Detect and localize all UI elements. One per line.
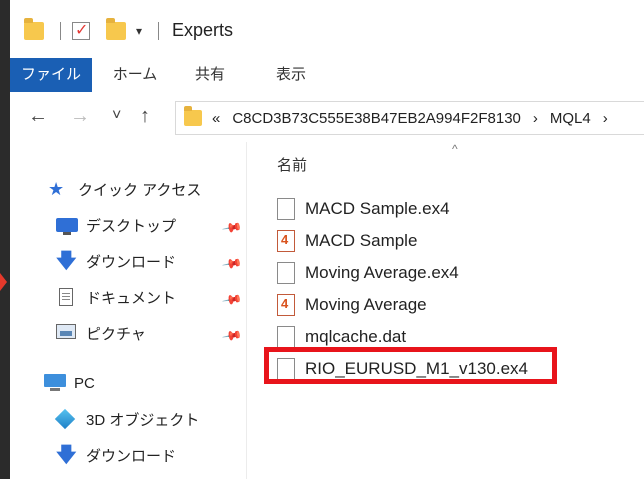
column-header-name[interactable]: 名前 bbox=[277, 154, 307, 175]
file-icon bbox=[277, 326, 295, 348]
nav-item-pc[interactable]: PC bbox=[44, 368, 95, 398]
file-list: ^ 名前 MACD Sample.ex4 4 MACD Sample Movin… bbox=[247, 142, 644, 479]
folder-icon bbox=[24, 18, 44, 40]
customize-toolbar-icon[interactable]: ▾ bbox=[136, 24, 142, 38]
nav-quick-access[interactable]: ★ クイック アクセス bbox=[48, 174, 201, 204]
star-icon: ★ bbox=[48, 179, 65, 199]
highlight-box bbox=[264, 347, 557, 384]
ribbon-tabs: ファイル ホーム 共有 表示 bbox=[10, 58, 644, 93]
navigation-pane: ★ クイック アクセス デスクトップ 📌 🡇 ダウンロード 📌 ドキュメント 📌… bbox=[10, 142, 247, 479]
file-name: mqlcache.dat bbox=[305, 327, 407, 346]
nav-label: PC bbox=[74, 374, 95, 392]
file-name: Moving Average bbox=[305, 295, 427, 314]
nav-item-desktop[interactable]: デスクトップ bbox=[56, 210, 176, 240]
sort-ascending-icon: ^ bbox=[452, 142, 458, 156]
pin-icon: 📌 bbox=[221, 324, 244, 347]
nav-item-pictures[interactable]: ピクチャ bbox=[56, 318, 146, 348]
file-name: MACD Sample.ex4 bbox=[305, 199, 450, 218]
file-name: MACD Sample bbox=[305, 231, 418, 250]
file-icon bbox=[277, 262, 295, 284]
window-title: Experts bbox=[172, 20, 234, 40]
breadcrumb-separator[interactable]: › bbox=[533, 110, 538, 127]
list-item[interactable]: Moving Average.ex4 bbox=[277, 258, 459, 288]
breadcrumb-folder[interactable]: C8CD3B73C555E38B47EB2A994F2F8130 bbox=[232, 110, 521, 127]
mql-source-icon: 4 bbox=[277, 230, 295, 252]
nav-item-3d-objects[interactable]: 3D オブジェクト bbox=[54, 404, 200, 434]
title-bar: ✓ ▾ Experts bbox=[10, 0, 644, 60]
breadcrumb-folder[interactable]: MQL4 bbox=[550, 110, 591, 127]
file-explorer-window: ✓ ▾ Experts ファイル ホーム 共有 表示 ← → ˅ ↑ « C8C… bbox=[10, 0, 644, 479]
tab-view[interactable]: 表示 bbox=[266, 58, 316, 92]
recent-locations-button[interactable]: ˅ bbox=[112, 106, 121, 126]
new-folder-icon[interactable] bbox=[106, 18, 126, 40]
pin-icon: 📌 bbox=[221, 216, 244, 239]
pin-icon: 📌 bbox=[221, 288, 244, 311]
breadcrumb-separator[interactable]: › bbox=[603, 110, 608, 127]
nav-item-documents[interactable]: ドキュメント bbox=[56, 282, 176, 312]
file-name: Moving Average.ex4 bbox=[305, 263, 459, 282]
list-item[interactable]: 4 MACD Sample bbox=[277, 226, 417, 256]
folder-icon bbox=[184, 106, 202, 126]
navigation-bar: ← → ˅ ↑ « C8CD3B73C555E38B47EB2A994F2F81… bbox=[10, 92, 644, 142]
3d-objects-icon bbox=[54, 408, 76, 430]
nav-label: クイック アクセス bbox=[78, 181, 202, 199]
tab-file[interactable]: ファイル bbox=[10, 58, 92, 92]
nav-label: ドキュメント bbox=[86, 289, 177, 307]
file-icon bbox=[277, 198, 295, 220]
up-button[interactable]: ↑ bbox=[140, 106, 150, 126]
nav-label: ピクチャ bbox=[86, 325, 146, 343]
download-icon: 🡇 bbox=[56, 444, 77, 466]
annotation-arrow-mark bbox=[0, 273, 7, 291]
address-bar[interactable]: « C8CD3B73C555E38B47EB2A994F2F8130 › MQL… bbox=[175, 101, 644, 135]
desktop-icon bbox=[56, 218, 78, 235]
tab-home[interactable]: ホーム bbox=[105, 58, 165, 92]
list-item[interactable]: MACD Sample.ex4 bbox=[277, 194, 450, 224]
properties-icon[interactable]: ✓ bbox=[72, 22, 90, 40]
nav-label: ダウンロード bbox=[86, 253, 177, 271]
tab-share[interactable]: 共有 bbox=[188, 58, 232, 92]
nav-label: 3D オブジェクト bbox=[86, 411, 200, 429]
pictures-icon bbox=[56, 324, 76, 339]
mql-source-icon: 4 bbox=[277, 294, 295, 316]
nav-label: ダウンロード bbox=[86, 447, 177, 465]
nav-item-downloads[interactable]: 🡇 ダウンロード bbox=[56, 246, 176, 276]
list-item[interactable]: 4 Moving Average bbox=[277, 290, 427, 320]
forward-button[interactable]: → bbox=[70, 106, 90, 126]
download-icon: 🡇 bbox=[56, 250, 77, 272]
pin-icon: 📌 bbox=[221, 252, 244, 275]
nav-item-pc-downloads[interactable]: 🡇 ダウンロード bbox=[56, 440, 176, 470]
computer-icon bbox=[44, 374, 66, 391]
divider bbox=[158, 22, 159, 40]
nav-label: デスクトップ bbox=[86, 217, 177, 235]
divider bbox=[60, 22, 61, 40]
address-overflow[interactable]: « bbox=[212, 110, 220, 127]
back-button[interactable]: ← bbox=[28, 106, 48, 126]
document-icon bbox=[59, 288, 73, 306]
